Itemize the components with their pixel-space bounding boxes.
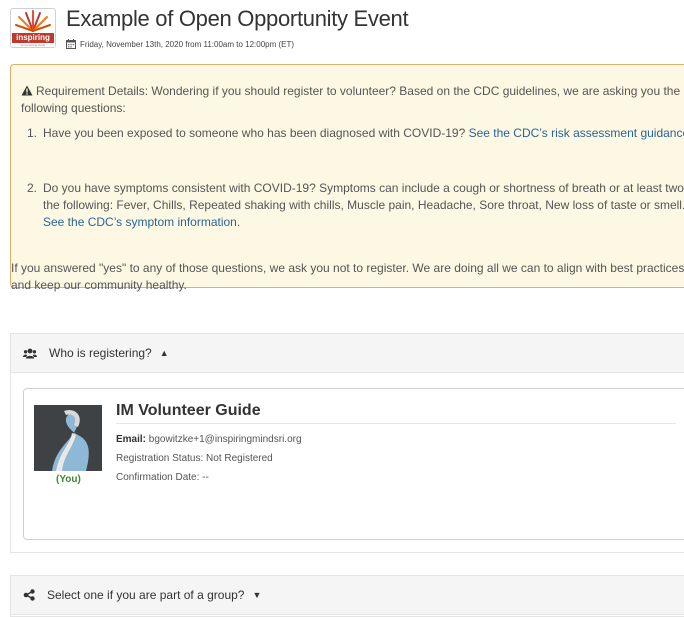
cdc-symptom-info-link[interactable]: See the CDC’s symptom information. <box>43 215 240 229</box>
requirement-alert: Requirement Details: Wondering if you sh… <box>10 64 684 292</box>
email-value: bgowitzke+1@inspiringmindsri.org <box>148 434 302 445</box>
logo-subtext: empowering study <box>20 43 46 47</box>
avatar <box>34 405 102 471</box>
event-date-text: Friday, November 13th, 2020 from 11:00am… <box>80 39 295 49</box>
registering-panel: Who is registering? ▲ (You) IM Volunteer… <box>10 333 684 553</box>
question-number: 2. <box>27 181 38 195</box>
requirement-question-2: 2. Do you have symptoms consistent with … <box>21 180 684 231</box>
users-icon <box>23 348 37 359</box>
requirement-intro-text: Requirement Details: Wondering if you sh… <box>21 84 681 115</box>
registrant-card: (You) IM Volunteer Guide Email: bgowitzk… <box>23 388 684 540</box>
share-icon <box>23 589 35 601</box>
event-header: inspiring empowering study Example of Op… <box>10 6 682 50</box>
question-text: Do you have symptoms consistent with COV… <box>43 181 684 212</box>
registration-status: Registration Status: Not Registered <box>116 453 273 464</box>
requirement-footer: If you answered "yes" to any of those qu… <box>11 261 684 292</box>
group-panel: Select one if you are part of a group? ▼ <box>10 575 684 617</box>
caret-up-icon: ▲ <box>159 348 169 358</box>
page-title: Example of Open Opportunity Event <box>66 6 409 31</box>
caret-down-icon: ▼ <box>252 590 262 600</box>
warning-icon <box>21 85 33 96</box>
divider <box>116 423 676 424</box>
registering-heading: Who is registering? <box>49 346 152 360</box>
email-label: Email: <box>116 434 147 445</box>
logo-sunburst-icon <box>15 10 51 32</box>
calendar-icon <box>66 39 76 49</box>
registrant-email: Email: bgowitzke+1@inspiringmindsri.org <box>116 434 302 445</box>
you-label: (You) <box>56 474 81 485</box>
group-toggle[interactable]: Select one if you are part of a group? ▼ <box>11 576 684 615</box>
logo-text: inspiring <box>12 33 54 43</box>
registrant-name: IM Volunteer Guide <box>116 402 261 419</box>
event-date: Friday, November 13th, 2020 from 11:00am… <box>66 39 294 49</box>
requirement-question-1: 1. Have you been exposed to someone who … <box>21 125 684 142</box>
question-number: 1. <box>27 126 38 140</box>
registering-toggle[interactable]: Who is registering? ▲ <box>11 334 684 373</box>
cdc-risk-assessment-link[interactable]: See the CDC’s risk assessment guidance. <box>469 126 684 140</box>
group-heading: Select one if you are part of a group? <box>47 588 245 602</box>
confirmation-date: Confirmation Date: -- <box>116 472 209 483</box>
org-logo: inspiring empowering study <box>10 8 56 48</box>
question-text: Have you been exposed to someone who has… <box>43 126 469 140</box>
requirement-intro: Requirement Details: Wondering if you sh… <box>21 83 684 117</box>
